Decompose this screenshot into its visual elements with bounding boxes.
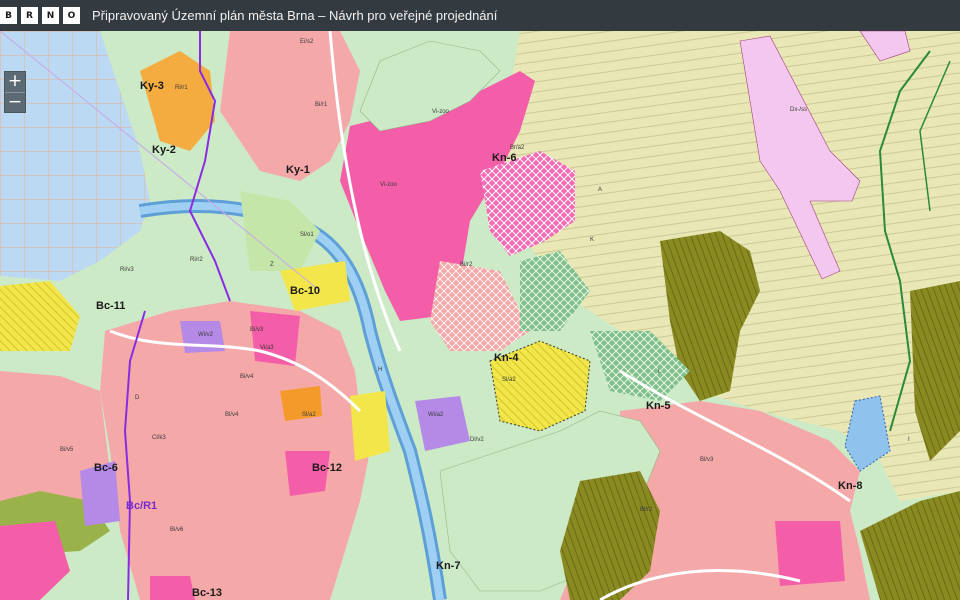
logo-letter-n: N (42, 7, 59, 24)
residential-central (100, 301, 370, 600)
map-label: Wi/a2 (428, 412, 444, 418)
zone-label: Kn-8 (838, 480, 862, 492)
zone-label: Bc-11 (96, 300, 125, 312)
zone-label: Bc-10 (290, 285, 320, 297)
map-label: Ri/v3 (120, 267, 134, 273)
map-label: Sl/o1 (300, 232, 314, 238)
zone-label: Kn-7 (436, 560, 460, 572)
page-title: Připravovaný Územní plán města Brna – Ná… (92, 8, 498, 23)
map-label: Vi/a3 (260, 345, 274, 351)
map-svg[interactable]: Ky-3 Ky-2 Ky-1 Kn-6 Bc-11 Bc-10 Kn-4 Kn-5 Bc-6 Bc… (0, 31, 960, 600)
brno-logo[interactable]: B R N O (0, 7, 80, 24)
map-label: Bi/v5 (60, 447, 74, 453)
map-label: Bl/v4 (225, 412, 239, 418)
map-label: A (598, 187, 602, 193)
zoom-out-button[interactable]: − (5, 92, 25, 112)
map-label: Cl/k3 (152, 435, 166, 441)
map-label: Ei/s2 (300, 39, 314, 45)
zone-label: Bc/R1 (126, 500, 157, 512)
map-canvas[interactable]: Ky-3 Ky-2 Ky-1 Kn-6 Bc-11 Bc-10 Kn-4 Kn-5 Bc-6 Bc… (0, 31, 960, 600)
map-label: Bl/v3 (700, 457, 714, 463)
map-label: Wi/v2 (198, 332, 214, 338)
zoom-control[interactable]: + − (4, 71, 26, 113)
map-label: Ri/r1 (175, 85, 188, 91)
map-label: Bi/v6 (170, 527, 184, 533)
zone-label: Kn-5 (646, 400, 670, 412)
zone-label: Ky-2 (152, 144, 176, 156)
map-label: Sl/a2 (502, 377, 516, 383)
zone-label: Bc-13 (192, 587, 222, 599)
zone-label: Bc-12 (312, 462, 342, 474)
pink-commercial-5 (150, 576, 195, 600)
logo-letter-o: O (63, 7, 80, 24)
map-label: Bl/r2 (640, 507, 653, 513)
map-label: Sl/a2 (302, 412, 316, 418)
logo-letter-b: B (0, 7, 17, 24)
map-label: Dl/v2 (470, 437, 484, 443)
pink-commercial-1 (250, 311, 300, 366)
map-label: D (135, 395, 140, 401)
map-label: Vi-zoo (380, 182, 398, 188)
map-label: Bi/r1 (315, 102, 328, 108)
zoom-in-button[interactable]: + (5, 72, 25, 92)
map-label: Dx-/ss (790, 107, 807, 113)
zone-label: Bc-6 (94, 462, 118, 474)
map-label: H (378, 367, 382, 373)
map-label: Ri/r2 (190, 257, 203, 263)
map-label: K (590, 237, 594, 243)
map-label: Bi/r2 (460, 262, 473, 268)
zone-label: Ky-3 (140, 80, 164, 92)
map-label: Bi/v4 (240, 374, 254, 380)
map-label: Vi-zoo (432, 109, 450, 115)
zone-label: Kn-6 (492, 152, 516, 164)
orange-zone-small (280, 386, 322, 421)
yellow-zone-river (350, 391, 390, 461)
map-label: Br/a2 (510, 145, 525, 151)
zone-label: Kn-4 (494, 352, 519, 364)
zone-label: Ky-1 (286, 164, 310, 176)
map-label: Z (270, 262, 274, 268)
top-bar: B R N O Připravovaný Územní plán města B… (0, 0, 960, 31)
map-label: Bi/v3 (250, 327, 264, 333)
logo-letter-r: R (21, 7, 38, 24)
